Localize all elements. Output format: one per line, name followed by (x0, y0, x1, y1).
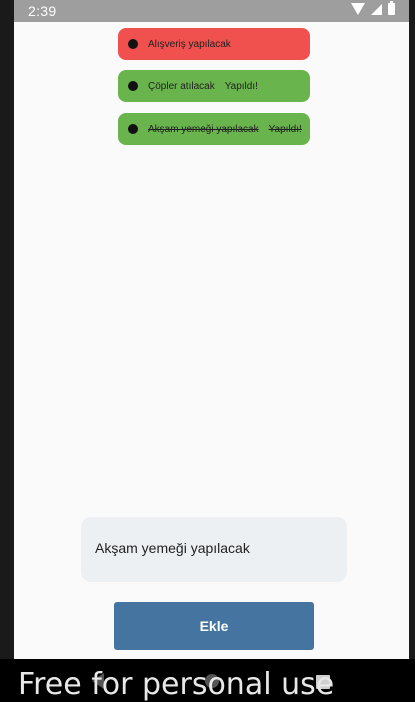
signal-icon (371, 3, 382, 15)
app-screen: Alışveriş yapılacak Çöpler atılacak Yapı… (14, 22, 409, 659)
bullet-icon (128, 81, 138, 91)
status-bar: 2:39 (14, 0, 409, 22)
bullet-icon (128, 39, 138, 49)
todo-text: Alışveriş yapılacak (148, 38, 231, 50)
battery-icon (388, 1, 395, 15)
todo-text: Akşam yemeği yapılacak (148, 123, 259, 135)
todo-input-container[interactable] (81, 517, 347, 582)
todo-input[interactable] (95, 540, 335, 556)
todo-status: Yapıldı! (268, 123, 302, 135)
todo-text: Çöpler atılacak (148, 80, 215, 92)
status-icons (351, 1, 395, 15)
device-frame-right (409, 0, 415, 702)
status-time: 2:39 (28, 3, 57, 19)
todo-status: Yapıldı! (224, 80, 258, 92)
todo-item[interactable]: Akşam yemeği yapılacak Yapıldı! (118, 113, 310, 145)
todo-item[interactable]: Alışveriş yapılacak (118, 28, 310, 60)
watermark-text: Free for personal use (18, 667, 335, 702)
bullet-icon (128, 124, 138, 134)
device-frame-left (0, 0, 14, 702)
wifi-icon (351, 3, 365, 15)
todo-item[interactable]: Çöpler atılacak Yapıldı! (118, 70, 310, 102)
add-button[interactable]: Ekle (114, 602, 314, 650)
